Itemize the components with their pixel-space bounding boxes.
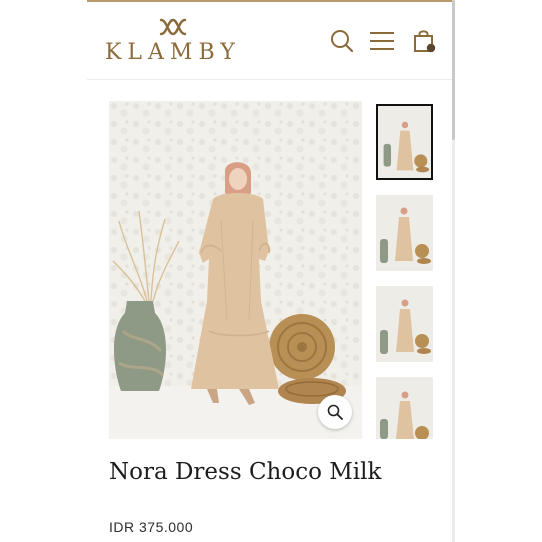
product-thumbnail-3[interactable] — [376, 286, 433, 362]
brand-logo[interactable]: KLAMBY — [105, 16, 240, 66]
product-thumbnail-1[interactable] — [376, 104, 433, 180]
thumbnail-photo — [376, 195, 433, 271]
scrollbar-thumb[interactable] — [452, 0, 455, 140]
site-header: KLAMBY — [87, 2, 452, 80]
logo-mark-icon — [159, 18, 187, 36]
shopping-bag-icon — [414, 30, 436, 53]
product-price: IDR 375.000 — [109, 519, 194, 535]
product-main-image[interactable] — [109, 101, 362, 439]
thumbnail-photo — [376, 377, 433, 439]
product-photo — [109, 101, 362, 439]
menu-icon — [370, 32, 394, 50]
brand-name: KLAMBY — [105, 40, 241, 65]
product-thumbnail-2[interactable] — [376, 195, 433, 271]
thumbnail-photo — [376, 286, 433, 362]
zoom-icon — [327, 404, 343, 420]
zoom-button[interactable] — [318, 395, 352, 429]
search-button[interactable] — [329, 28, 355, 54]
search-icon — [331, 30, 354, 53]
menu-button[interactable] — [369, 28, 395, 54]
product-title: Nora Dress Choco Milk — [109, 459, 382, 485]
product-thumbnail-4[interactable] — [376, 377, 433, 439]
thumbnail-photo — [378, 106, 431, 178]
cart-button[interactable] — [411, 28, 437, 54]
